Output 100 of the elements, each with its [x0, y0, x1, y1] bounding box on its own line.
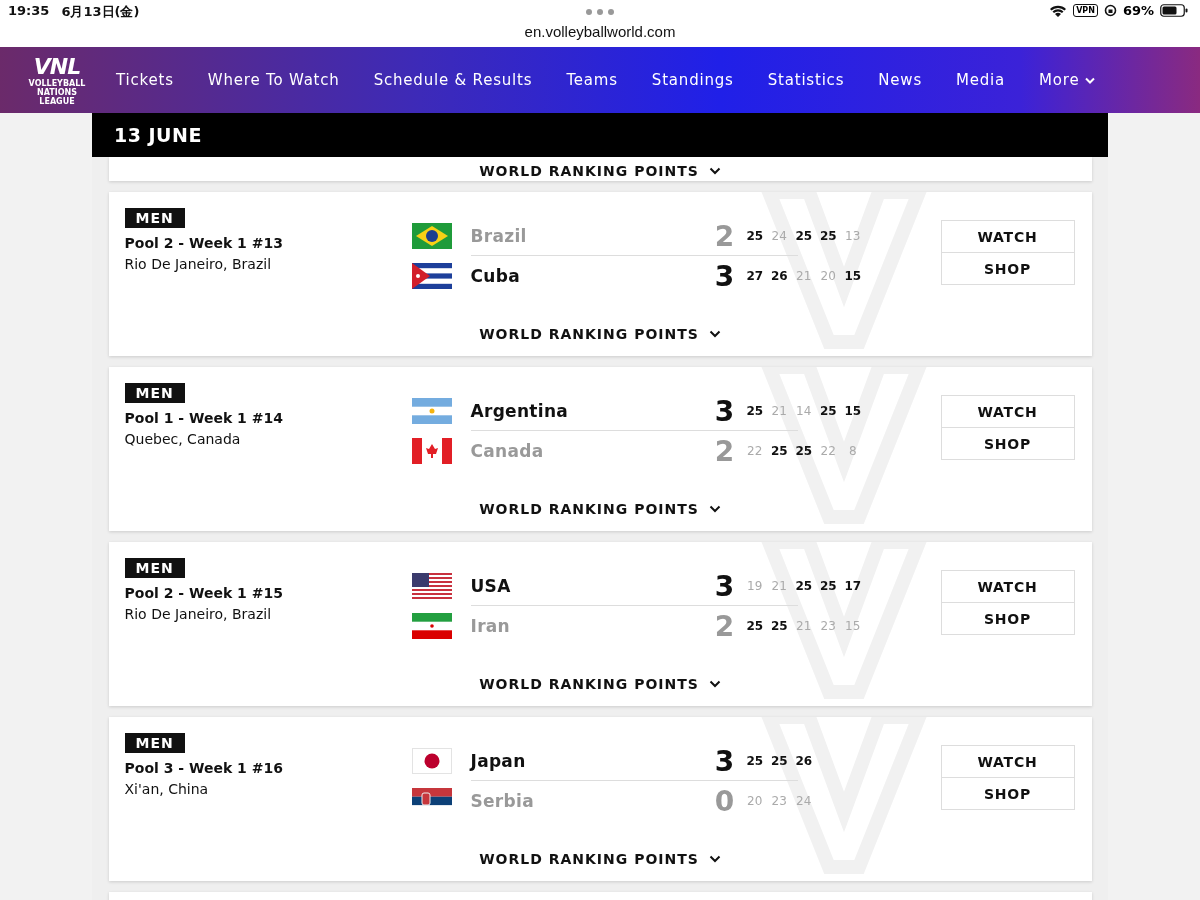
team-name: Cuba [470, 266, 521, 286]
category-badge: MEN [124, 383, 185, 403]
team-name: Canada [470, 441, 545, 461]
action-button[interactable]: SHOP [940, 777, 1075, 810]
set-score: 22 [819, 444, 837, 458]
set-score: 25 [745, 404, 765, 418]
nav-link[interactable]: Media [956, 71, 1006, 89]
world-ranking-toggle[interactable]: WORLD RANKING POINTS [479, 489, 721, 529]
nav-link[interactable]: Where To Watch [207, 71, 340, 89]
chevron-down-icon [708, 505, 721, 513]
set-score: 25 [794, 579, 814, 593]
set-score: 24 [770, 229, 788, 243]
battery-icon [1160, 4, 1188, 17]
day-title: 13 JUNE [114, 124, 202, 146]
team-name: USA [470, 576, 512, 596]
set-score: 25 [818, 229, 838, 243]
status-date: 6月13日(金) [61, 3, 140, 21]
chevron-down-icon [708, 330, 721, 338]
set-score: 8 [847, 444, 858, 458]
location-label: Xi'an, China [124, 780, 209, 799]
logo-mark[interactable]: VNL [33, 54, 81, 79]
team-name: Iran [470, 616, 511, 636]
flag-icon [411, 263, 452, 289]
flag-icon [411, 748, 452, 774]
team-name: Serbia [470, 791, 535, 811]
nav-link[interactable]: Schedule & Results [373, 71, 533, 89]
nav-link[interactable]: More [1039, 71, 1096, 89]
match-score: 3 [713, 744, 736, 778]
logo-caption: VOLLEYBALL NATIONS LEAGUE [27, 78, 87, 106]
world-ranking-toggle[interactable]: WORLD RANKING POINTS [479, 664, 721, 704]
set-score: 25 [769, 754, 789, 768]
category-badge: MEN [124, 558, 185, 578]
location-label: Rio De Janeiro, Brazil [124, 255, 272, 274]
set-score: 14 [795, 404, 813, 418]
action-button[interactable]: WATCH [940, 220, 1075, 253]
set-score: 25 [745, 229, 765, 243]
category-badge: MEN [124, 733, 185, 753]
action-button[interactable]: WATCH [940, 745, 1075, 778]
set-score: 25 [745, 619, 765, 633]
set-score: 21 [795, 269, 813, 283]
location-label: Quebec, Canada [124, 430, 241, 449]
set-score: 23 [819, 619, 837, 633]
set-score: 25 [794, 229, 814, 243]
location-label: Rio De Janeiro, Brazil [124, 605, 272, 624]
team-name: Argentina [470, 401, 570, 421]
set-score: 17 [843, 579, 863, 593]
nav-link[interactable]: News [878, 71, 922, 89]
world-ranking-toggle[interactable]: WORLD RANKING POINTS [479, 839, 721, 879]
set-score: 24 [795, 794, 813, 808]
flag-icon [411, 613, 452, 639]
chevron-down-icon [708, 680, 721, 688]
nav-link[interactable]: Statistics [767, 71, 845, 89]
action-button[interactable]: WATCH [940, 395, 1075, 428]
set-score: 22 [746, 444, 764, 458]
action-button[interactable]: SHOP [940, 252, 1075, 285]
pool-label: Pool 2 - Week 1 #15 [124, 584, 283, 603]
set-score: 25 [818, 404, 838, 418]
team-name: Brazil [470, 226, 528, 246]
pool-label: Pool 3 - Week 1 #16 [124, 759, 283, 778]
status-time: 19:35 [8, 3, 50, 20]
address-url[interactable]: en.volleyballworld.com [524, 23, 676, 40]
battery-percent: 69% [1122, 3, 1154, 18]
world-ranking-toggle[interactable]: WORLD RANKING POINTS [479, 161, 721, 181]
set-score: 25 [745, 754, 765, 768]
match-score: 2 [713, 219, 736, 253]
set-score: 26 [769, 269, 789, 283]
world-ranking-toggle[interactable]: WORLD RANKING POINTS [479, 314, 721, 354]
flag-icon [411, 573, 452, 599]
category-badge: MEN [124, 208, 185, 228]
set-score: 26 [794, 754, 814, 768]
match-score: 3 [713, 394, 736, 428]
set-score: 25 [769, 619, 789, 633]
flag-icon [411, 438, 452, 464]
set-score: 23 [770, 794, 788, 808]
wifi-icon [1049, 3, 1068, 18]
set-score: 15 [843, 404, 863, 418]
action-button[interactable]: SHOP [940, 427, 1075, 460]
chevron-down-icon [708, 855, 721, 863]
flag-icon [411, 398, 452, 424]
set-score: 13 [844, 229, 862, 243]
nav-link[interactable]: Teams [566, 71, 618, 89]
flag-icon [411, 223, 452, 249]
nav-link[interactable]: Standings [651, 71, 734, 89]
set-score: 25 [818, 579, 838, 593]
pool-label: Pool 1 - Week 1 #14 [124, 409, 283, 428]
chevron-down-icon [708, 167, 721, 175]
match-score: 2 [713, 434, 736, 468]
more-dots-icon[interactable] [585, 8, 615, 16]
match-score: 3 [713, 259, 736, 293]
nav-link[interactable]: Tickets [116, 71, 174, 89]
set-score: 25 [794, 444, 814, 458]
match-score: 2 [713, 609, 736, 643]
set-score: 15 [843, 269, 863, 283]
pool-label: Pool 2 - Week 1 #13 [124, 234, 283, 253]
set-score: 21 [770, 579, 788, 593]
action-button[interactable]: WATCH [940, 570, 1075, 603]
action-button[interactable]: SHOP [940, 602, 1075, 635]
rotation-lock-icon [1103, 4, 1117, 17]
set-score: 27 [745, 269, 765, 283]
set-score: 25 [769, 444, 789, 458]
